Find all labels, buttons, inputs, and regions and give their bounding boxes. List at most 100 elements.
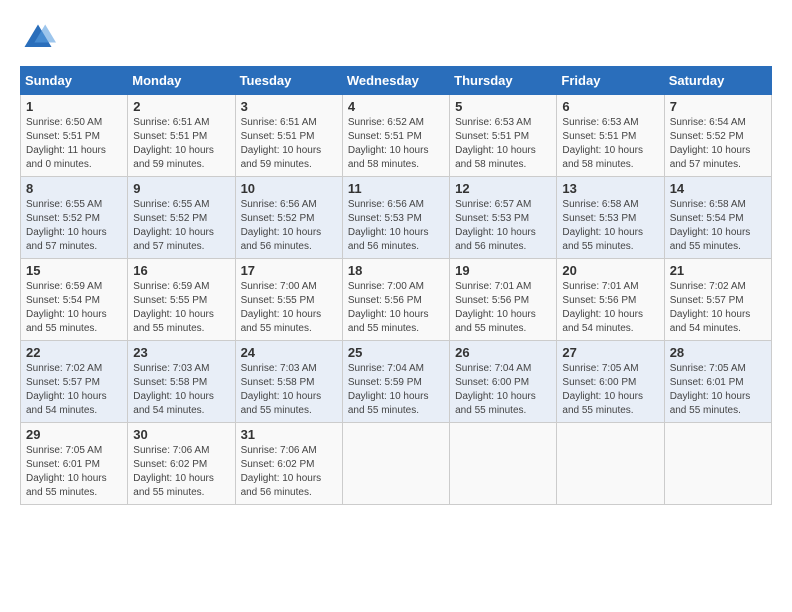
day-number: 17 [241,263,337,278]
day-info: Sunrise: 6:51 AM Sunset: 5:51 PM Dayligh… [241,116,337,172]
day-number: 6 [562,99,658,114]
day-info: Sunrise: 6:52 AM Sunset: 5:51 PM Dayligh… [348,116,444,172]
day-number: 1 [26,99,122,114]
day-number: 30 [133,427,229,442]
header-monday: Monday [128,67,235,95]
day-info: Sunrise: 6:59 AM Sunset: 5:55 PM Dayligh… [133,280,229,336]
day-info: Sunrise: 7:00 AM Sunset: 5:56 PM Dayligh… [348,280,444,336]
day-cell: 30 Sunrise: 7:06 AM Sunset: 6:02 PM Dayl… [128,423,235,505]
day-cell [450,423,557,505]
day-number: 12 [455,181,551,196]
day-number: 8 [26,181,122,196]
week-row-4: 22 Sunrise: 7:02 AM Sunset: 5:57 PM Dayl… [21,341,772,423]
day-number: 27 [562,345,658,360]
header-friday: Friday [557,67,664,95]
day-info: Sunrise: 7:04 AM Sunset: 6:00 PM Dayligh… [455,362,551,418]
day-info: Sunrise: 7:06 AM Sunset: 6:02 PM Dayligh… [241,444,337,500]
day-number: 18 [348,263,444,278]
day-cell: 18 Sunrise: 7:00 AM Sunset: 5:56 PM Dayl… [342,259,449,341]
day-number: 22 [26,345,122,360]
calendar-body: 1 Sunrise: 6:50 AM Sunset: 5:51 PM Dayli… [21,95,772,505]
header-wednesday: Wednesday [342,67,449,95]
day-info: Sunrise: 7:05 AM Sunset: 6:01 PM Dayligh… [670,362,766,418]
day-cell: 2 Sunrise: 6:51 AM Sunset: 5:51 PM Dayli… [128,95,235,177]
day-cell: 6 Sunrise: 6:53 AM Sunset: 5:51 PM Dayli… [557,95,664,177]
day-number: 3 [241,99,337,114]
day-info: Sunrise: 6:55 AM Sunset: 5:52 PM Dayligh… [133,198,229,254]
day-info: Sunrise: 6:53 AM Sunset: 5:51 PM Dayligh… [455,116,551,172]
day-info: Sunrise: 6:50 AM Sunset: 5:51 PM Dayligh… [26,116,122,172]
day-cell: 15 Sunrise: 6:59 AM Sunset: 5:54 PM Dayl… [21,259,128,341]
day-cell: 1 Sunrise: 6:50 AM Sunset: 5:51 PM Dayli… [21,95,128,177]
day-cell: 22 Sunrise: 7:02 AM Sunset: 5:57 PM Dayl… [21,341,128,423]
day-info: Sunrise: 7:05 AM Sunset: 6:01 PM Dayligh… [26,444,122,500]
day-cell: 5 Sunrise: 6:53 AM Sunset: 5:51 PM Dayli… [450,95,557,177]
day-cell: 31 Sunrise: 7:06 AM Sunset: 6:02 PM Dayl… [235,423,342,505]
calendar: SundayMondayTuesdayWednesdayThursdayFrid… [20,66,772,505]
header [20,20,772,56]
day-info: Sunrise: 6:58 AM Sunset: 5:53 PM Dayligh… [562,198,658,254]
day-number: 21 [670,263,766,278]
day-info: Sunrise: 6:59 AM Sunset: 5:54 PM Dayligh… [26,280,122,336]
day-cell: 21 Sunrise: 7:02 AM Sunset: 5:57 PM Dayl… [664,259,771,341]
day-number: 23 [133,345,229,360]
day-info: Sunrise: 7:02 AM Sunset: 5:57 PM Dayligh… [26,362,122,418]
day-cell: 29 Sunrise: 7:05 AM Sunset: 6:01 PM Dayl… [21,423,128,505]
day-cell: 20 Sunrise: 7:01 AM Sunset: 5:56 PM Dayl… [557,259,664,341]
week-row-1: 1 Sunrise: 6:50 AM Sunset: 5:51 PM Dayli… [21,95,772,177]
day-info: Sunrise: 7:03 AM Sunset: 5:58 PM Dayligh… [241,362,337,418]
day-info: Sunrise: 6:55 AM Sunset: 5:52 PM Dayligh… [26,198,122,254]
day-number: 9 [133,181,229,196]
day-info: Sunrise: 7:00 AM Sunset: 5:55 PM Dayligh… [241,280,337,336]
day-number: 16 [133,263,229,278]
day-cell: 3 Sunrise: 6:51 AM Sunset: 5:51 PM Dayli… [235,95,342,177]
header-row: SundayMondayTuesdayWednesdayThursdayFrid… [21,67,772,95]
day-cell: 10 Sunrise: 6:56 AM Sunset: 5:52 PM Dayl… [235,177,342,259]
day-number: 4 [348,99,444,114]
day-cell: 17 Sunrise: 7:00 AM Sunset: 5:55 PM Dayl… [235,259,342,341]
day-cell: 28 Sunrise: 7:05 AM Sunset: 6:01 PM Dayl… [664,341,771,423]
day-cell: 13 Sunrise: 6:58 AM Sunset: 5:53 PM Dayl… [557,177,664,259]
week-row-2: 8 Sunrise: 6:55 AM Sunset: 5:52 PM Dayli… [21,177,772,259]
day-number: 10 [241,181,337,196]
header-saturday: Saturday [664,67,771,95]
day-cell: 14 Sunrise: 6:58 AM Sunset: 5:54 PM Dayl… [664,177,771,259]
day-cell: 16 Sunrise: 6:59 AM Sunset: 5:55 PM Dayl… [128,259,235,341]
calendar-header: SundayMondayTuesdayWednesdayThursdayFrid… [21,67,772,95]
header-thursday: Thursday [450,67,557,95]
day-number: 24 [241,345,337,360]
header-tuesday: Tuesday [235,67,342,95]
day-cell: 4 Sunrise: 6:52 AM Sunset: 5:51 PM Dayli… [342,95,449,177]
day-number: 25 [348,345,444,360]
day-cell: 27 Sunrise: 7:05 AM Sunset: 6:00 PM Dayl… [557,341,664,423]
day-number: 11 [348,181,444,196]
day-number: 28 [670,345,766,360]
day-info: Sunrise: 7:06 AM Sunset: 6:02 PM Dayligh… [133,444,229,500]
day-number: 26 [455,345,551,360]
day-number: 7 [670,99,766,114]
day-cell: 12 Sunrise: 6:57 AM Sunset: 5:53 PM Dayl… [450,177,557,259]
day-cell: 7 Sunrise: 6:54 AM Sunset: 5:52 PM Dayli… [664,95,771,177]
day-cell: 11 Sunrise: 6:56 AM Sunset: 5:53 PM Dayl… [342,177,449,259]
day-info: Sunrise: 6:56 AM Sunset: 5:53 PM Dayligh… [348,198,444,254]
day-info: Sunrise: 7:02 AM Sunset: 5:57 PM Dayligh… [670,280,766,336]
day-info: Sunrise: 7:01 AM Sunset: 5:56 PM Dayligh… [455,280,551,336]
day-info: Sunrise: 6:58 AM Sunset: 5:54 PM Dayligh… [670,198,766,254]
day-cell [557,423,664,505]
day-number: 2 [133,99,229,114]
day-info: Sunrise: 7:01 AM Sunset: 5:56 PM Dayligh… [562,280,658,336]
day-info: Sunrise: 6:53 AM Sunset: 5:51 PM Dayligh… [562,116,658,172]
day-info: Sunrise: 6:57 AM Sunset: 5:53 PM Dayligh… [455,198,551,254]
day-info: Sunrise: 7:04 AM Sunset: 5:59 PM Dayligh… [348,362,444,418]
day-cell: 24 Sunrise: 7:03 AM Sunset: 5:58 PM Dayl… [235,341,342,423]
day-number: 14 [670,181,766,196]
header-sunday: Sunday [21,67,128,95]
day-info: Sunrise: 7:05 AM Sunset: 6:00 PM Dayligh… [562,362,658,418]
day-number: 15 [26,263,122,278]
week-row-3: 15 Sunrise: 6:59 AM Sunset: 5:54 PM Dayl… [21,259,772,341]
day-cell: 8 Sunrise: 6:55 AM Sunset: 5:52 PM Dayli… [21,177,128,259]
day-info: Sunrise: 6:56 AM Sunset: 5:52 PM Dayligh… [241,198,337,254]
day-cell: 23 Sunrise: 7:03 AM Sunset: 5:58 PM Dayl… [128,341,235,423]
day-number: 5 [455,99,551,114]
day-number: 13 [562,181,658,196]
